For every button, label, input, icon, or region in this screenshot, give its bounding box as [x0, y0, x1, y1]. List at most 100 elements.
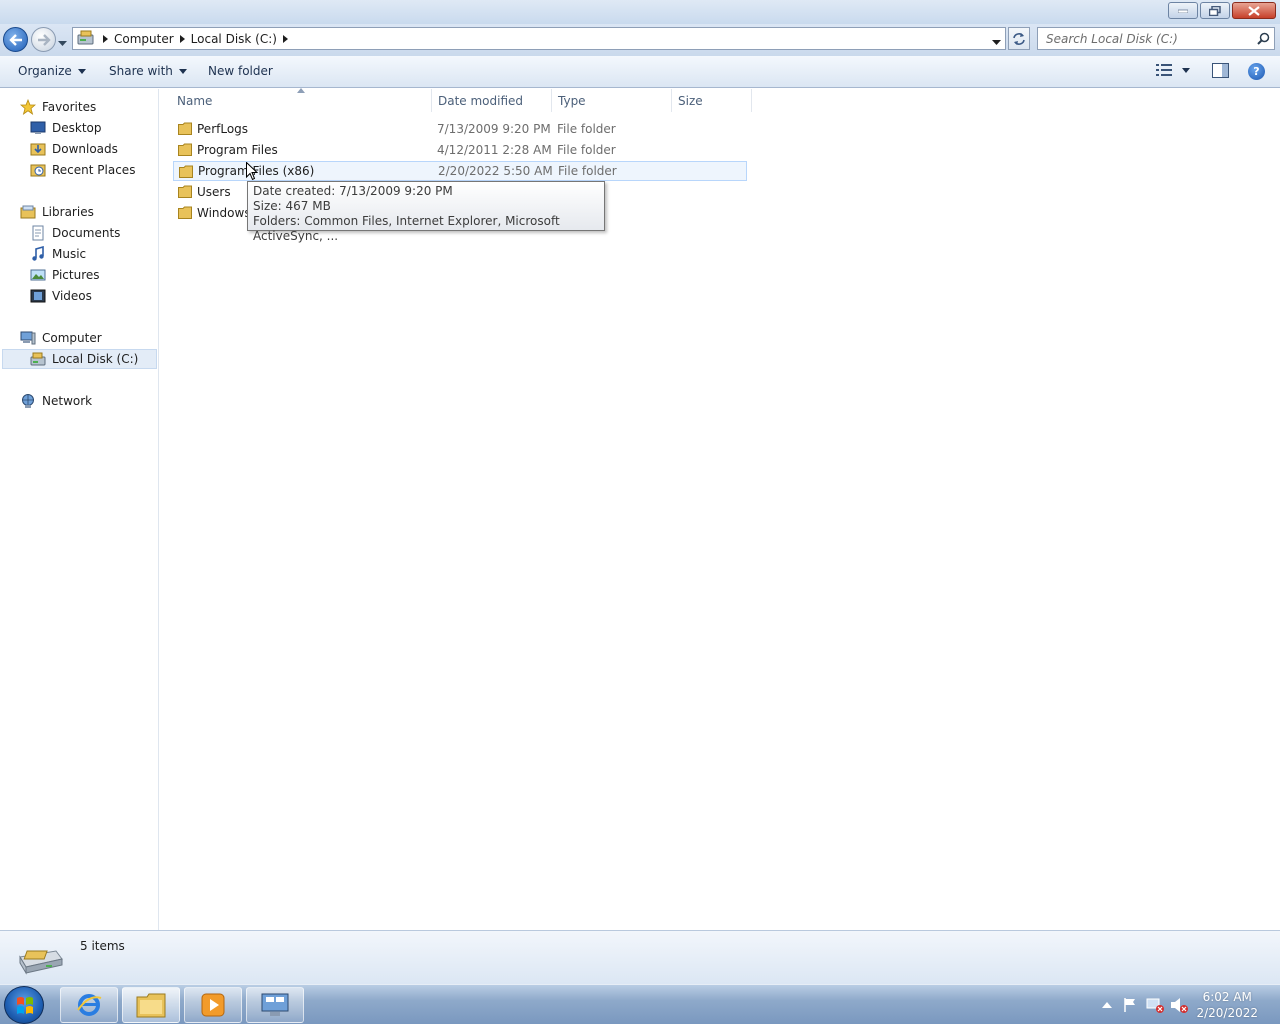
nav-item-label: Downloads: [52, 142, 118, 156]
restore-button[interactable]: [1200, 2, 1230, 19]
nav-item-downloads[interactable]: Downloads: [30, 139, 118, 159]
folder-icon: [178, 143, 192, 156]
nav-computer[interactable]: Computer: [20, 328, 102, 348]
nav-item-label: Videos: [52, 289, 92, 303]
minimize-button[interactable]: [1168, 2, 1198, 19]
nav-item-music[interactable]: Music: [30, 244, 86, 264]
chevron-down-icon: [77, 68, 86, 74]
nav-item-desktop[interactable]: Desktop: [30, 118, 102, 138]
forward-button[interactable]: [31, 27, 56, 52]
back-button[interactable]: [3, 27, 28, 52]
computer-drive-icon: [77, 30, 94, 45]
taskbar-windows-explorer[interactable]: [122, 987, 180, 1023]
pictures-icon: [30, 269, 46, 281]
chevron-down-icon[interactable]: [1182, 67, 1190, 73]
system-clock[interactable]: 6:02 AM 2/20/2022: [1196, 989, 1258, 1021]
file-row-perflogs[interactable]: PerfLogs 7/13/2009 9:20 PM File folder: [173, 119, 747, 139]
nav-item-label: Music: [52, 247, 87, 261]
search-placeholder: Search Local Disk (C:): [1046, 32, 1178, 46]
hard-drive-icon: [30, 352, 46, 366]
documents-icon: [32, 225, 44, 241]
command-bar: Organize Share with New folder ?: [0, 56, 1280, 88]
folder-icon: [178, 122, 192, 135]
file-date: 7/13/2009 9:20 PM: [437, 122, 551, 136]
column-header-type[interactable]: Type: [558, 89, 586, 112]
breadcrumb-local-disk[interactable]: Local Disk (C:): [191, 32, 277, 46]
breadcrumb-arrow-icon[interactable]: [282, 34, 288, 43]
file-date: 2/20/2022 5:50 AM: [438, 164, 553, 178]
nav-item-documents[interactable]: Documents: [30, 223, 120, 243]
column-header-size[interactable]: Size: [678, 89, 703, 112]
folder-info-tooltip: Date created: 7/13/2009 9:20 PM Size: 46…: [247, 181, 605, 243]
mouse-cursor-icon: [246, 162, 258, 181]
column-header-date-modified[interactable]: Date modified: [438, 89, 523, 112]
help-icon: ?: [1253, 65, 1260, 78]
media-player-icon: [201, 993, 225, 1017]
desktop-icon: [30, 121, 46, 134]
change-view-button[interactable]: [1156, 64, 1190, 76]
nav-item-videos[interactable]: Videos: [30, 286, 92, 306]
address-bar[interactable]: Computer Local Disk (C:): [72, 27, 1006, 50]
address-row: Computer Local Disk (C:) Search Local Di…: [0, 24, 1280, 56]
file-type: File folder: [558, 164, 617, 178]
file-row-program-files[interactable]: Program Files 4/12/2011 2:28 AM File fol…: [173, 140, 747, 160]
clock-date: 2/20/2022: [1196, 1006, 1258, 1020]
column-header-name[interactable]: Name: [177, 89, 212, 112]
forward-arrow-icon: [37, 33, 51, 46]
folder-icon: [178, 206, 192, 219]
system-tray: 6:02 AM 2/20/2022: [1090, 985, 1280, 1024]
refresh-button[interactable]: [1008, 27, 1030, 50]
new-folder-button[interactable]: New folder: [208, 64, 273, 78]
tooltip-folders: Folders: Common Files, Internet Explorer…: [253, 214, 560, 243]
sort-ascending-icon: [297, 88, 305, 93]
organize-button[interactable]: Organize: [18, 64, 86, 78]
nav-libraries[interactable]: Libraries: [20, 202, 94, 222]
column-divider[interactable]: [431, 89, 432, 112]
taskbar-media-player[interactable]: [184, 987, 242, 1023]
nav-item-pictures[interactable]: Pictures: [30, 265, 100, 285]
nav-favorites[interactable]: Favorites: [20, 97, 96, 117]
action-center-flag-icon[interactable]: [1122, 997, 1138, 1013]
column-divider[interactable]: [751, 89, 752, 112]
search-icon[interactable]: [1257, 32, 1270, 45]
preview-pane-button[interactable]: [1212, 63, 1229, 81]
start-button[interactable]: [4, 986, 44, 1024]
share-with-button[interactable]: Share with: [109, 64, 187, 78]
hard-drive-icon: [19, 950, 63, 975]
volume-muted-icon[interactable]: [1170, 997, 1188, 1013]
recent-pages-button[interactable]: [58, 36, 67, 50]
nav-item-label: Local Disk (C:): [52, 352, 139, 366]
breadcrumb-arrow-icon[interactable]: [179, 34, 185, 43]
downloads-folder-icon: [30, 143, 46, 156]
chevron-down-icon: [992, 40, 1001, 45]
breadcrumb-computer[interactable]: Computer: [114, 32, 174, 46]
back-arrow-icon: [8, 33, 22, 46]
nav-item-local-disk[interactable]: Local Disk (C:): [2, 349, 157, 369]
close-button[interactable]: [1232, 2, 1276, 19]
file-type: File folder: [557, 122, 616, 136]
network-status-icon[interactable]: [1146, 997, 1164, 1013]
libraries-icon: [20, 205, 36, 219]
new-folder-label: New folder: [208, 64, 273, 78]
file-row-program-files-x86[interactable]: Program Files (x86) 2/20/2022 5:50 AM Fi…: [173, 161, 747, 181]
nav-item-label: Recent Places: [52, 163, 136, 177]
taskbar-internet-explorer[interactable]: [60, 987, 118, 1023]
breadcrumb-arrow-icon[interactable]: [103, 34, 108, 43]
address-history-dropdown[interactable]: [992, 35, 1001, 49]
refresh-icon: [1013, 32, 1025, 45]
details-pane: 5 items: [0, 930, 1280, 984]
restore-icon: [1209, 5, 1221, 16]
taskbar-remote-desktop[interactable]: [246, 987, 304, 1023]
search-input[interactable]: Search Local Disk (C:): [1037, 27, 1275, 50]
column-divider[interactable]: [671, 89, 672, 112]
nav-network[interactable]: Network: [20, 391, 92, 411]
help-button[interactable]: ?: [1248, 63, 1265, 80]
windows-logo-icon: [17, 997, 33, 1014]
column-divider[interactable]: [551, 89, 552, 112]
tooltip-date-created: Date created: 7/13/2009 9:20 PM: [253, 184, 453, 198]
file-date: 4/12/2011 2:28 AM: [437, 143, 552, 157]
show-hidden-icons-icon[interactable]: [1102, 1001, 1112, 1009]
star-icon: [20, 99, 36, 115]
nav-item-recent-places[interactable]: Recent Places: [30, 160, 135, 180]
nav-favorites-label: Favorites: [42, 100, 97, 114]
